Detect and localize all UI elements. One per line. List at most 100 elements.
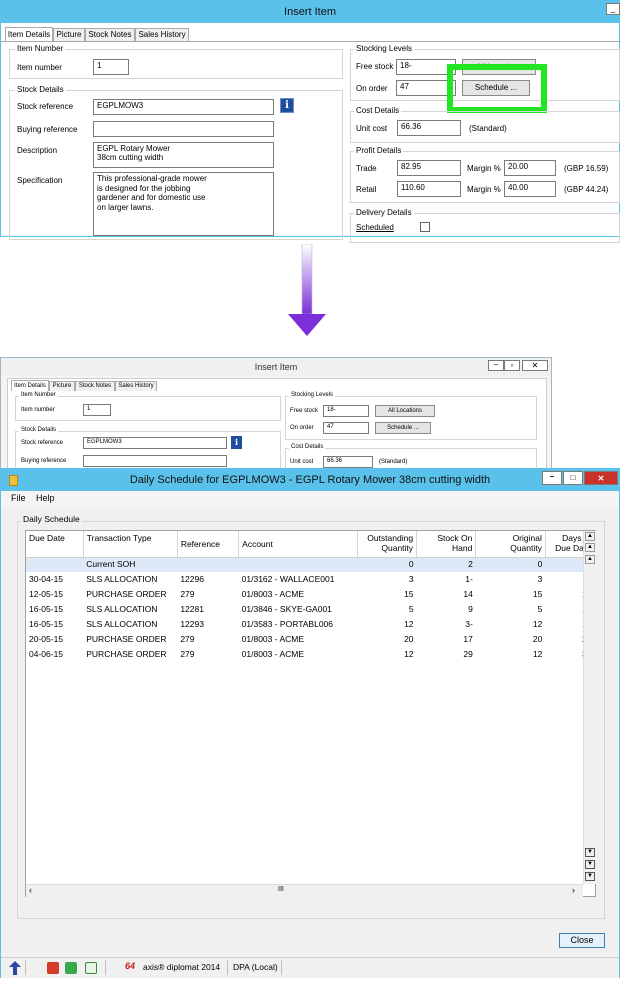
trade-margin-field[interactable]: 20.00 [504, 160, 556, 176]
scroll-up-page-icon[interactable]: ▲ [585, 555, 595, 564]
schedule-minimize-button[interactable]: – [542, 471, 562, 485]
status-bar: 64 axis® diplomat 2014 DPA (Local) [1, 957, 619, 978]
bg-buying-reference-field[interactable] [83, 455, 227, 467]
tab-picture[interactable]: Picture [53, 28, 85, 41]
close-button[interactable]: Close [559, 933, 605, 948]
table-row[interactable]: 12-05-15 PURCHASE ORDER 279 01/8003 - AC… [26, 587, 595, 602]
col-original-quantity[interactable]: Original Quantity [475, 531, 546, 557]
buying-reference-field[interactable] [93, 121, 274, 137]
status-divider-3 [227, 960, 228, 975]
scheduled-checkbox[interactable] [420, 222, 430, 232]
down-arrow-icon [288, 244, 326, 336]
trade-label: Trade [356, 164, 377, 173]
col-transaction-type[interactable]: Transaction Type [83, 531, 178, 557]
bg-schedule-button[interactable]: Schedule ... [375, 422, 431, 434]
current-soh-label: Current SOH [86, 559, 136, 569]
bg-info-icon[interactable]: i [231, 436, 242, 449]
screen-root: { "insert_item": { "title": "Insert Item… [0, 0, 620, 1000]
col-reference[interactable]: Reference [177, 531, 240, 557]
tab-item-details[interactable]: Item Details [5, 27, 53, 41]
tab-stock-notes[interactable]: Stock Notes [85, 28, 135, 41]
menu-file[interactable]: File [11, 493, 26, 503]
horizontal-scrollbar[interactable]: ‹ III › [26, 884, 583, 897]
bg-all-locations-button[interactable]: All Locations [375, 405, 435, 417]
specification-field[interactable]: This professional-grade mower is designe… [93, 172, 274, 236]
col-stock-on-hand[interactable]: Stock On Hand [416, 531, 477, 557]
scroll-down-icon[interactable]: ▼ [585, 848, 595, 857]
col-account[interactable]: Account [238, 531, 358, 557]
bg-tab-picture[interactable]: Picture [49, 381, 75, 391]
description-field[interactable]: EGPL Rotary Mower 38cm cutting width [93, 142, 274, 168]
refresh-green-icon[interactable] [65, 962, 77, 974]
schedule-close-button[interactable]: ✕ [584, 471, 618, 485]
scroll-thumb-grip[interactable]: III [278, 886, 284, 893]
refresh-red-icon[interactable] [47, 962, 59, 974]
table-row[interactable]: 16-05-15 SLS ALLOCATION 12281 01/3846 - … [26, 602, 595, 617]
table-row[interactable]: 04-06-15 PURCHASE ORDER 279 01/8003 - AC… [26, 647, 595, 662]
bg-unit-cost-field[interactable]: 66.36 [323, 456, 373, 468]
bg-close-button[interactable]: ✕ [522, 360, 548, 371]
trade-margin-label: Margin % [467, 164, 501, 173]
bg-unit-cost-label: Unit cost [290, 459, 314, 465]
cell-transaction-type: PURCHASE ORDER [86, 589, 167, 599]
retail-gbp-value: (GBP 44.24) [564, 185, 609, 194]
checklist-icon[interactable] [85, 962, 97, 974]
col-due-date[interactable]: Due Date [26, 531, 84, 557]
up-arrow-icon[interactable] [9, 961, 21, 975]
bg-tab-item-details[interactable]: Item Details [11, 380, 49, 391]
bg-item-number-field[interactable]: 1 [83, 404, 111, 416]
cell-reference: 279 [180, 649, 195, 659]
menu-help[interactable]: Help [36, 493, 55, 503]
vertical-scrollbar[interactable]: ▲ ▲ ▲ ▼ ▼ ▼ [583, 531, 596, 884]
tab-sales-history[interactable]: Sales History [135, 28, 189, 41]
retail-margin-field[interactable]: 40.00 [504, 181, 556, 197]
stock-reference-field[interactable]: EGPLMOW3 [93, 99, 274, 115]
scroll-bottom-icon[interactable]: ▼ [585, 872, 595, 881]
unit-cost-label: Unit cost [356, 124, 388, 133]
item-number-field[interactable]: 1 [93, 59, 129, 75]
scroll-down-page-icon[interactable]: ▼ [585, 860, 595, 869]
bg-stock-reference-field[interactable]: EGPLMOW3 [83, 437, 227, 449]
scroll-right-icon[interactable]: › [572, 885, 575, 895]
trade-gbp-value: (GBP 16.59) [564, 164, 609, 173]
bg-unit-cost-standard: (Standard) [379, 459, 408, 465]
bg-maximize-button[interactable]: ▫ [504, 360, 520, 371]
col-outstanding-quantity[interactable]: Outstanding Quantity [357, 531, 418, 557]
menu-bar: File Help [1, 491, 619, 507]
version-badge: 64 [125, 961, 136, 971]
table-row[interactable]: 16-05-15 SLS ALLOCATION 12293 01/3583 - … [26, 617, 595, 632]
schedule-maximize-button[interactable]: □ [563, 471, 583, 485]
table-row[interactable]: 20-05-15 PURCHASE ORDER 279 01/8003 - AC… [26, 632, 595, 647]
group-profit-details-title: Profit Details [354, 146, 404, 155]
schedule-button[interactable]: Schedule ... [462, 80, 530, 96]
minimize-button[interactable]: _ [606, 3, 620, 15]
app-icon [9, 475, 18, 486]
bg-tab-stock-notes[interactable]: Stock Notes [75, 381, 115, 391]
specification-label: Specification [17, 176, 63, 185]
cell-reference: 12293 [180, 619, 204, 629]
bg-on-order-field[interactable]: 47 [323, 422, 369, 434]
cell-outstanding: 12 [404, 649, 414, 659]
group-item-number-title: Item Number [15, 44, 66, 53]
schedule-grid[interactable]: Due Date Transaction Type Reference Acco… [25, 530, 596, 897]
bg-group-item-number [15, 396, 281, 421]
scroll-top-icon[interactable]: ▲ [585, 532, 595, 541]
scroll-left-icon[interactable]: ‹ [29, 885, 32, 895]
cell-account: 01/8003 - ACME [241, 589, 305, 599]
info-icon[interactable]: i [280, 98, 294, 113]
cell-outstanding: 12 [404, 619, 414, 629]
retail-field[interactable]: 110.60 [397, 181, 461, 197]
unit-cost-field[interactable]: 66.36 [397, 120, 461, 136]
current-soh-row[interactable]: Current SOH 0 2 0 [26, 557, 595, 572]
trade-field[interactable]: 82.95 [397, 160, 461, 176]
current-soh-account [239, 557, 358, 572]
cell-on-hand: 3- [465, 619, 473, 629]
current-soh-date [26, 557, 83, 572]
scroll-up-icon[interactable]: ▲ [585, 543, 595, 552]
table-row[interactable]: 30-04-15 SLS ALLOCATION 12296 01/3162 - … [26, 572, 595, 587]
bg-tab-sales-history[interactable]: Sales History [115, 381, 157, 391]
cell-transaction-type: SLS ALLOCATION [86, 619, 158, 629]
header-separator [26, 557, 584, 558]
bg-minimize-button[interactable]: – [488, 360, 504, 371]
bg-free-stock-field[interactable]: 18- [323, 405, 369, 417]
